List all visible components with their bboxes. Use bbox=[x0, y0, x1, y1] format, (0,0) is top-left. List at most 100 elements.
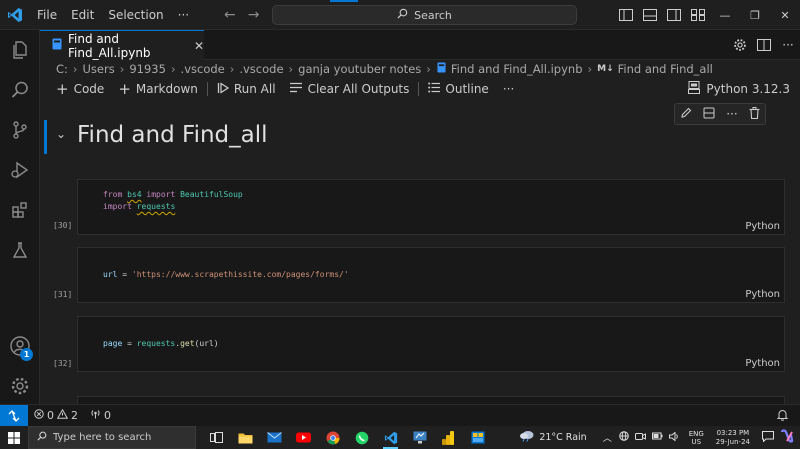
menu-more[interactable]: ··· bbox=[171, 0, 196, 30]
explorer-icon[interactable] bbox=[0, 30, 40, 70]
power-bi-icon[interactable] bbox=[434, 426, 463, 449]
command-center-search[interactable]: Search bbox=[272, 5, 577, 25]
youtube-icon[interactable] bbox=[289, 426, 318, 449]
tray-expand-chevron-icon[interactable]: ︿ bbox=[603, 431, 612, 444]
windows-start-icon[interactable] bbox=[0, 426, 28, 449]
cell-toolbar: ··· bbox=[674, 103, 766, 125]
customize-layout-icon[interactable] bbox=[686, 0, 710, 30]
cell-language-label[interactable]: Python bbox=[745, 358, 780, 369]
vscode-taskbar-icon[interactable] bbox=[376, 426, 405, 449]
breadcrumb-item[interactable]: ganja youtuber notes bbox=[296, 62, 423, 76]
close-tab-icon[interactable]: ✕ bbox=[194, 39, 204, 53]
code-editor[interactable]: url = 'https://www.scrapethissite.com/pa… bbox=[103, 269, 349, 281]
network-globe-icon[interactable] bbox=[618, 431, 629, 444]
file-explorer-icon[interactable] bbox=[231, 426, 260, 449]
code-cell[interactable]: url = 'https://www.scrapethissite.com/pa… bbox=[77, 247, 785, 303]
search-sidebar-icon[interactable] bbox=[0, 70, 40, 110]
minimize-icon[interactable]: — bbox=[710, 0, 740, 30]
edit-pencil-icon[interactable] bbox=[680, 107, 692, 122]
kernel-picker[interactable]: Python 3.12.3 bbox=[688, 78, 790, 100]
os-taskbar: Type here to search 21°C Rain ︿ ENG US 0… bbox=[0, 426, 800, 449]
kernel-icon bbox=[688, 81, 701, 97]
run-debug-icon[interactable] bbox=[0, 150, 40, 190]
code-token: requests bbox=[136, 339, 176, 348]
code-editor[interactable]: page = requests.get(url) bbox=[103, 338, 219, 350]
add-markdown-label: Markdown bbox=[135, 82, 198, 96]
source-control-icon[interactable] bbox=[0, 110, 40, 150]
cell-language-label[interactable]: Python bbox=[745, 221, 780, 232]
breadcrumb-item[interactable]: Find and Find_all bbox=[616, 62, 715, 76]
weather-widget[interactable]: 21°C Rain bbox=[519, 430, 587, 445]
extensions-icon[interactable] bbox=[0, 190, 40, 230]
chrome-icon[interactable] bbox=[318, 426, 347, 449]
breadcrumb-item[interactable]: .vscode bbox=[237, 62, 285, 76]
accounts-icon[interactable]: 1 bbox=[0, 326, 40, 366]
task-view-icon[interactable] bbox=[202, 426, 231, 449]
search-icon bbox=[37, 431, 47, 444]
input-language-indicator[interactable]: ENG US bbox=[689, 430, 704, 446]
toolbar-more-button[interactable]: ··· bbox=[496, 82, 521, 96]
markdown-heading[interactable]: Find and Find_all bbox=[77, 122, 268, 148]
code-editor[interactable]: from bs4 import BeautifulSoup import req… bbox=[103, 189, 243, 213]
nav-arrows: ← → bbox=[224, 0, 259, 30]
add-markdown-cell-button[interactable]: + Markdown bbox=[111, 80, 205, 98]
testing-flask-icon[interactable] bbox=[0, 230, 40, 270]
taskbar-search-input[interactable]: Type here to search bbox=[28, 426, 196, 449]
clear-outputs-button[interactable]: Clear All Outputs bbox=[283, 82, 417, 96]
notebook-settings-gear-icon[interactable] bbox=[728, 30, 752, 60]
error-count: 0 bbox=[47, 409, 54, 422]
menu-file[interactable]: File bbox=[30, 0, 64, 30]
meet-now-icon[interactable] bbox=[634, 432, 646, 444]
warning-icon bbox=[56, 408, 69, 422]
breadcrumb-item[interactable]: Find and Find_All.ipynb bbox=[449, 62, 585, 76]
azure-storage-icon[interactable] bbox=[463, 426, 492, 449]
outline-label: Outline bbox=[445, 82, 489, 96]
broadcast-icon bbox=[90, 409, 101, 422]
tab-notebook[interactable]: Find and Find_All.ipynb ✕ bbox=[40, 30, 204, 60]
remote-indicator-icon[interactable] bbox=[0, 404, 28, 427]
problems-indicator[interactable]: 0 2 bbox=[28, 408, 84, 422]
breadcrumb-item[interactable]: C: bbox=[54, 62, 70, 76]
settings-gear-icon[interactable] bbox=[0, 366, 40, 406]
notification-center-icon[interactable] bbox=[762, 430, 774, 445]
menu-selection[interactable]: Selection bbox=[101, 0, 170, 30]
breadcrumb-item[interactable]: .vscode bbox=[179, 62, 227, 76]
breadcrumb-item[interactable]: Users bbox=[81, 62, 117, 76]
add-code-cell-button[interactable]: + Code bbox=[49, 80, 111, 98]
menu-edit[interactable]: Edit bbox=[64, 0, 101, 30]
taskbar-clock[interactable]: 03:23 PM 29-Jun-24 bbox=[716, 429, 750, 447]
toggle-secondary-sidebar-icon[interactable] bbox=[662, 0, 686, 30]
code-cell[interactable] bbox=[77, 396, 785, 404]
menu-bar: File Edit Selection ··· bbox=[30, 0, 196, 30]
split-editor-icon[interactable] bbox=[752, 30, 776, 60]
notifications-bell-icon[interactable] bbox=[776, 409, 789, 424]
close-window-icon[interactable]: ✕ bbox=[770, 0, 800, 30]
ports-indicator[interactable]: 0 bbox=[84, 409, 117, 422]
code-cell[interactable]: page = requests.get(url) Python bbox=[77, 316, 785, 372]
more-actions-icon[interactable]: ··· bbox=[776, 30, 800, 60]
restore-icon[interactable]: ❐ bbox=[740, 0, 770, 30]
code-cell[interactable]: from bs4 import BeautifulSoup import req… bbox=[77, 179, 785, 235]
remote-desktop-icon[interactable] bbox=[405, 426, 434, 449]
search-icon bbox=[397, 8, 408, 22]
split-cell-icon[interactable] bbox=[703, 107, 715, 122]
toggle-panel-icon[interactable] bbox=[638, 0, 662, 30]
breadcrumb-item[interactable]: 91935 bbox=[127, 62, 168, 76]
mail-icon[interactable] bbox=[260, 426, 289, 449]
status-bar: 0 2 0 bbox=[0, 404, 800, 427]
whatsapp-icon[interactable] bbox=[347, 426, 376, 449]
volume-speaker-icon[interactable] bbox=[668, 430, 680, 444]
toggle-sidebar-icon[interactable] bbox=[614, 0, 638, 30]
cell-more-icon[interactable]: ··· bbox=[726, 107, 737, 121]
copilot-icon[interactable] bbox=[780, 429, 794, 446]
cell-language-label[interactable]: Python bbox=[745, 289, 780, 300]
back-arrow-icon[interactable]: ← bbox=[224, 7, 236, 23]
outline-button[interactable]: Outline bbox=[421, 82, 495, 96]
notebook-file-icon bbox=[52, 38, 62, 53]
battery-icon[interactable] bbox=[651, 432, 663, 443]
forward-arrow-icon[interactable]: → bbox=[248, 7, 260, 23]
execution-count: [32] bbox=[53, 359, 73, 368]
run-all-button[interactable]: Run All bbox=[210, 81, 283, 97]
delete-trash-icon[interactable] bbox=[749, 106, 760, 122]
collapse-chevron-icon[interactable]: ⌄ bbox=[56, 127, 66, 141]
